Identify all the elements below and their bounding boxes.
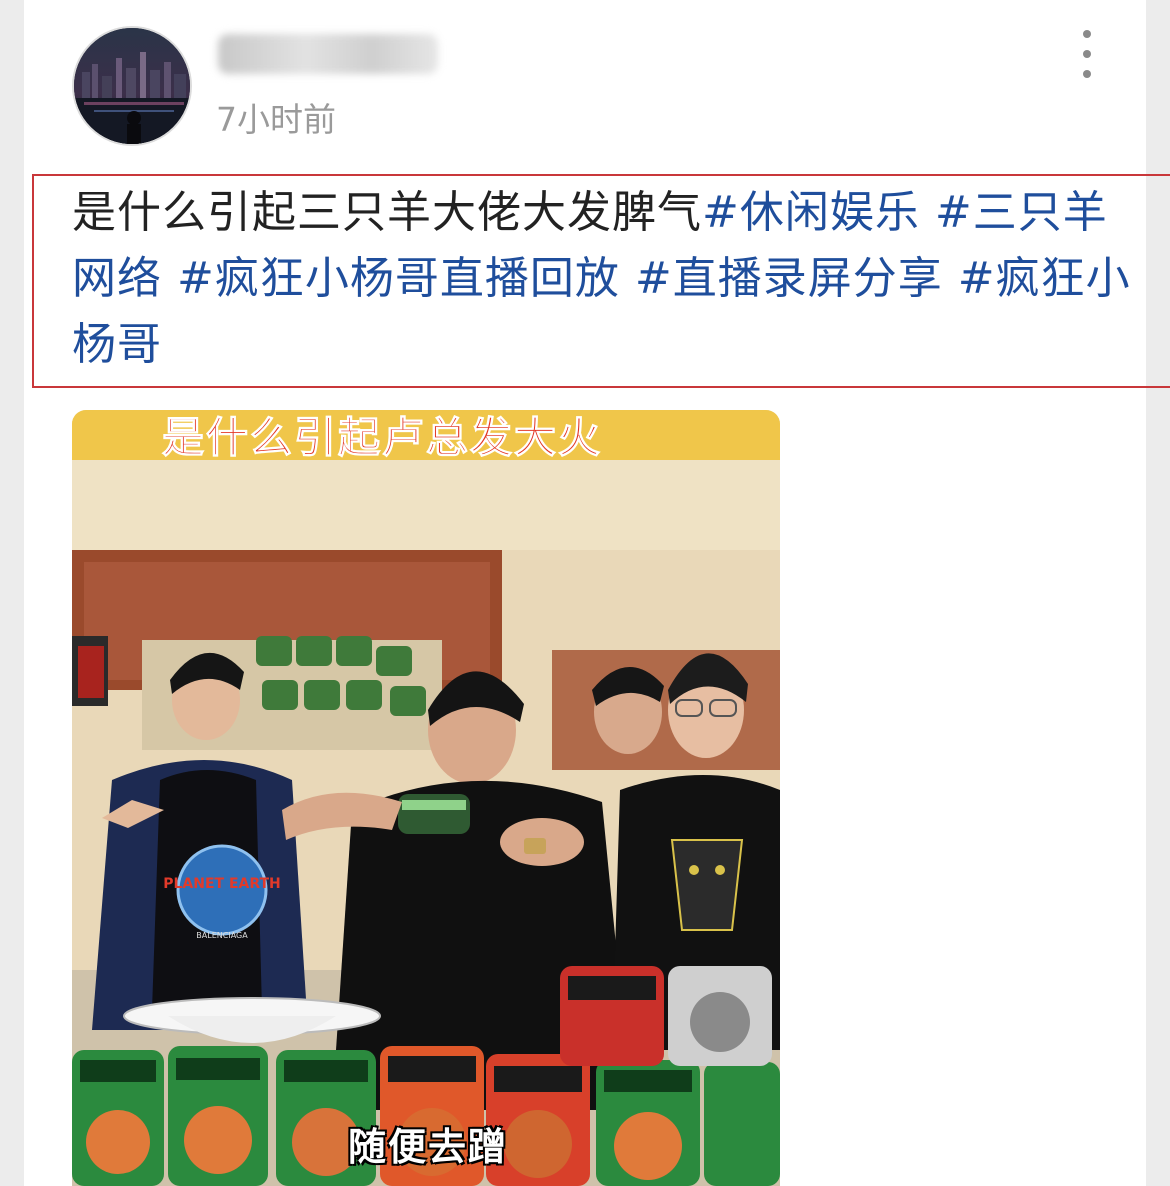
shirt-brand-text: BALENCIAGA	[196, 931, 248, 940]
hashtag-link[interactable]: #休闲娱乐	[702, 187, 935, 238]
post-timestamp: 7小时前	[216, 100, 336, 139]
vertical-ellipsis-icon	[1083, 30, 1091, 38]
video-subtitle: 随便去蹭	[348, 1125, 509, 1169]
author-avatar[interactable]	[72, 26, 192, 146]
city-night-avatar-icon	[74, 28, 190, 144]
hashtag-link[interactable]: #直播录屏分享	[635, 253, 958, 304]
post-video-thumbnail[interactable]: PLANET EARTH BALENCIAGA 是什么引起卢总发大火 随便去蹭	[72, 410, 780, 1186]
video-frame: PLANET EARTH BALENCIAGA	[72, 410, 780, 1186]
video-overlay-title: 是什么引起卢总发大火	[161, 413, 602, 463]
post-text: 是什么引起三只羊大佬大发脾气	[72, 187, 702, 238]
shirt-graphic-text: PLANET EARTH	[163, 876, 281, 892]
hashtag-link[interactable]: #疯狂小杨哥直播回放	[177, 253, 635, 304]
author-name[interactable]: ██████	[218, 34, 448, 82]
ellipsis-dot	[1083, 50, 1091, 58]
post-body: 是什么引起三只羊大佬大发脾气#休闲娱乐 #三只羊网络 #疯狂小杨哥直播回放 #直…	[72, 180, 1132, 378]
ellipsis-dot	[1083, 70, 1091, 78]
author-name-blurred: ██████	[218, 34, 438, 74]
more-options-button[interactable]	[1072, 30, 1102, 78]
